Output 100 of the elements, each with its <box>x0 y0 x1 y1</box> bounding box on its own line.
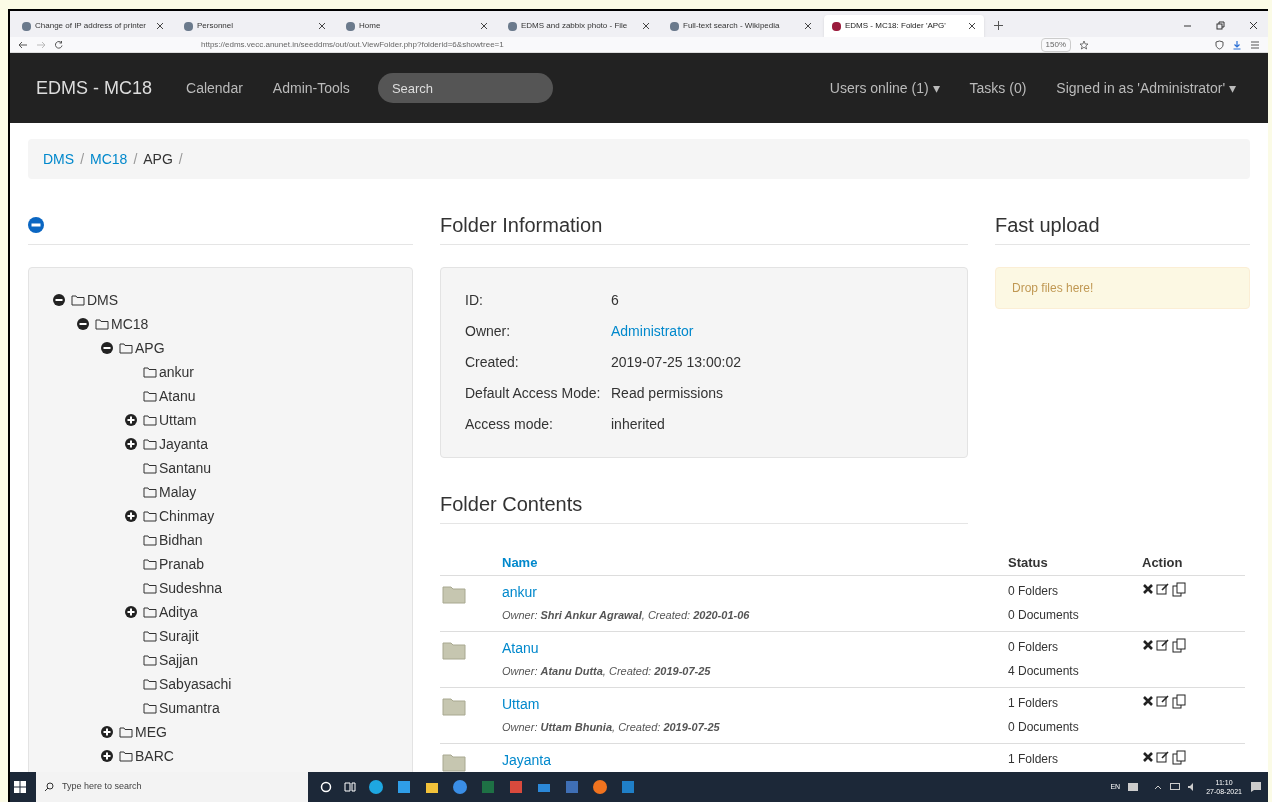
back-icon[interactable] <box>18 40 28 49</box>
copy-icon[interactable] <box>1172 582 1186 597</box>
section-heading: Folder Contents <box>440 491 583 517</box>
breadcrumb-link[interactable]: APG <box>143 148 173 170</box>
delete-icon[interactable] <box>1142 695 1154 707</box>
tree-item[interactable]: BARC <box>135 745 174 767</box>
close-icon[interactable] <box>480 22 488 30</box>
nav-link[interactable]: Admin-Tools <box>272 77 350 99</box>
folder-link[interactable]: Jayanta <box>502 750 552 771</box>
folder-link[interactable]: Atanu <box>502 638 539 659</box>
taskbar-search-field[interactable]: Type here to search <box>36 772 308 802</box>
close-icon[interactable] <box>642 22 650 30</box>
keyboard-icon[interactable] <box>1128 783 1139 791</box>
folder-icon <box>442 696 466 716</box>
new-tab-icon[interactable] <box>994 21 1003 30</box>
tree-item[interactable]: ankur <box>159 361 195 383</box>
owner-link[interactable]: Administrator <box>611 321 694 342</box>
chevron-up-icon[interactable] <box>1154 784 1163 790</box>
close-icon[interactable] <box>804 22 812 30</box>
notification-icon[interactable] <box>1250 781 1262 793</box>
nav-link[interactable]: Calendar <box>186 77 243 99</box>
windows-start-icon[interactable] <box>14 781 26 793</box>
delete-icon[interactable] <box>1142 583 1154 595</box>
collapse-icon[interactable] <box>53 294 65 306</box>
download-icon[interactable] <box>1232 39 1242 50</box>
browser-tab[interactable]: EDMS and zabbix photo - File <box>500 15 658 37</box>
app-icon[interactable] <box>564 779 580 795</box>
delete-icon[interactable] <box>1142 639 1154 651</box>
collapse-icon[interactable] <box>77 318 89 330</box>
tab-favicon-icon <box>832 21 841 31</box>
tree-item[interactable]: Uttam <box>159 409 197 431</box>
expand-icon[interactable] <box>101 726 113 738</box>
expand-icon[interactable] <box>125 510 137 522</box>
search-field[interactable]: Search <box>377 73 553 103</box>
nav-link[interactable]: Signed in as 'Administrator' ▾ <box>1056 77 1236 99</box>
owner-info: Owner: Shri Ankur Agrawal, Created: 2020-01-06 <box>502 608 751 623</box>
tree-item[interactable]: Jayanta <box>159 433 209 455</box>
tree-item[interactable]: Atanu <box>159 385 196 407</box>
edit-icon[interactable] <box>1156 694 1170 708</box>
tree-item[interactable]: Sumantra <box>159 697 220 719</box>
copy-icon[interactable] <box>1172 750 1186 765</box>
tree-item[interactable]: Aditya <box>159 601 198 623</box>
copy-icon[interactable] <box>1172 694 1186 709</box>
app-icon[interactable] <box>508 779 524 795</box>
tree-item[interactable]: Sabyasachi <box>159 673 232 695</box>
nav-link[interactable]: Users online (1) ▾ <box>829 77 940 99</box>
close-icon[interactable] <box>318 22 326 30</box>
browser-tab[interactable]: Home <box>338 15 496 37</box>
browser-tab[interactable]: Change of IP address of printer <box>14 15 172 37</box>
star-icon[interactable] <box>1079 39 1089 50</box>
close-icon[interactable] <box>156 22 164 30</box>
collapse-icon[interactable] <box>101 342 113 354</box>
expand-icon[interactable] <box>125 606 137 618</box>
tree-item[interactable]: Bidhan <box>159 529 203 551</box>
edit-icon[interactable] <box>1156 638 1170 652</box>
field-value: 2019-07-25 13:00:02 <box>611 353 741 372</box>
restore-icon[interactable] <box>1216 21 1225 30</box>
browser-tab[interactable]: Personnel <box>176 15 334 37</box>
edit-icon[interactable] <box>1156 582 1170 596</box>
expand-icon[interactable] <box>125 438 137 450</box>
tree-item[interactable]: Chinmay <box>159 505 215 527</box>
section-heading: Fast upload <box>995 212 1100 238</box>
brand-title[interactable]: EDMS - MC18 <box>36 74 152 102</box>
zoom-level[interactable]: 150% <box>1040 37 1071 52</box>
tree-item[interactable]: Sudeshna <box>159 577 223 599</box>
tree-item[interactable]: Pranab <box>159 553 205 575</box>
folder-icon <box>119 750 133 762</box>
app-icon[interactable] <box>396 779 412 795</box>
task-view-icon[interactable] <box>344 781 356 793</box>
folder-icon <box>442 640 466 660</box>
tree-item[interactable]: MC18 <box>111 313 149 335</box>
breadcrumb-link[interactable]: DMS <box>43 148 75 170</box>
folder-icon <box>143 414 157 426</box>
tree-item[interactable]: Santanu <box>159 457 212 479</box>
tree-item[interactable]: Malay <box>159 481 197 503</box>
folder-link[interactable]: ankur <box>502 582 538 603</box>
reload-icon[interactable] <box>54 40 63 49</box>
breadcrumb-link[interactable]: MC18 <box>90 148 128 170</box>
close-icon[interactable] <box>1249 21 1258 30</box>
edit-icon[interactable] <box>1156 750 1170 764</box>
network-icon[interactable] <box>1170 783 1181 791</box>
delete-icon[interactable] <box>1142 751 1154 763</box>
address-bar[interactable]: https://edms.vecc.anunet.in/seeddms/out/out.ViewFolder.php?folderid=6&showtree=1 <box>201 38 1033 51</box>
tree-item[interactable]: MEG <box>135 721 167 743</box>
column-header[interactable]: Name <box>502 552 1008 573</box>
tree-item[interactable]: APG <box>135 337 165 359</box>
browser-tab[interactable]: Full-text search - Wikipedia <box>662 15 820 37</box>
tab-favicon-icon <box>22 21 31 31</box>
expand-icon[interactable] <box>125 414 137 426</box>
copy-icon[interactable] <box>1172 638 1186 653</box>
tree-item[interactable]: Sajjan <box>159 649 198 671</box>
shield-icon[interactable] <box>1215 39 1224 50</box>
tree-item[interactable]: DMS <box>87 289 119 311</box>
tree-item[interactable]: Surajit <box>159 625 199 647</box>
browser-tab[interactable]: EDMS - MC18: Folder 'APG' <box>824 15 984 37</box>
expand-icon[interactable] <box>101 750 113 762</box>
folder-link[interactable]: Uttam <box>502 694 540 715</box>
folder-icon <box>442 584 466 604</box>
nav-link[interactable]: Tasks (0) <box>969 77 1027 99</box>
close-icon[interactable] <box>968 22 976 30</box>
